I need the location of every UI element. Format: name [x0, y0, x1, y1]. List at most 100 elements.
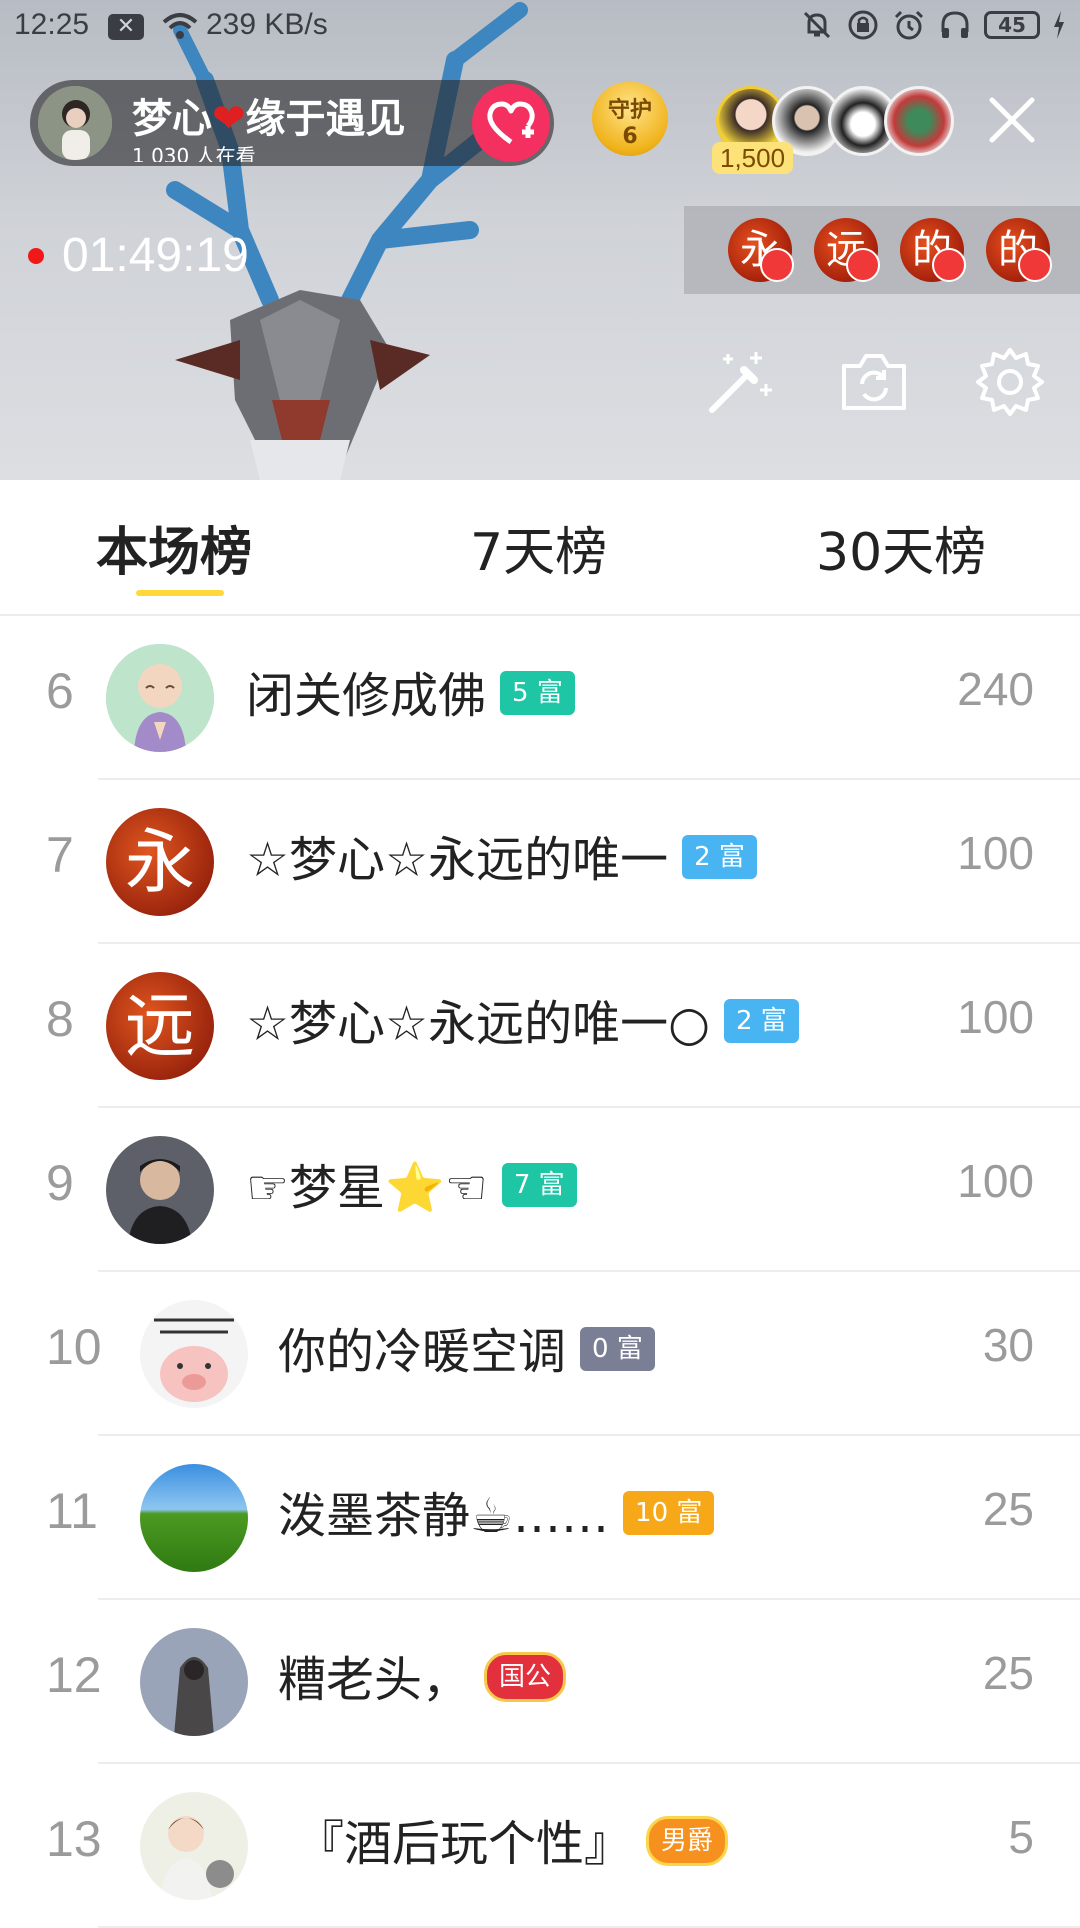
ranking-row[interactable]: 12 糟老头， 国公 25 [0, 1600, 1080, 1764]
network-speed: 239 KB/s [206, 8, 328, 41]
rank-number: 13 [46, 1811, 102, 1867]
audience-avatar[interactable] [884, 86, 954, 156]
audience-avatars[interactable]: 1,500 [712, 82, 956, 174]
contribution-score: 100 [957, 1155, 1034, 1207]
user-avatar[interactable] [140, 1464, 248, 1572]
ranking-row[interactable]: 11 泼墨茶静☕…… 10 富 25 [0, 1436, 1080, 1600]
lock-rotation-icon [848, 10, 878, 40]
user-name: ☆梦心☆永远的唯一○ [246, 996, 710, 1052]
user-name-line: ☆梦心☆永远的唯一 2 富 [246, 820, 757, 890]
fan-badge[interactable]: 的 [986, 218, 1052, 282]
ranking-row[interactable]: 10 你的冷暖空调 0 富 30 [0, 1272, 1080, 1436]
tab-30-days[interactable]: 30天榜 [816, 510, 986, 585]
tab-current-session[interactable]: 本场榜 [96, 510, 252, 585]
flip-camera-icon[interactable] [836, 344, 912, 420]
host-name: 梦心❤缘于遇见 [132, 86, 406, 144]
ranking-row[interactable]: 9 ☞梦星⭐☜ 7 富 100 [0, 1108, 1080, 1272]
user-avatar[interactable]: 永 [106, 808, 214, 916]
battery-icon: 45 [984, 11, 1040, 39]
leaderboard-tabs: 本场榜 7天榜 30天榜 [0, 480, 1080, 616]
user-name-line: ☆梦心☆永远的唯一○ 2 富 [246, 984, 799, 1054]
noble-rank-badge: 国公 [484, 1652, 567, 1702]
contribution-score: 25 [982, 1483, 1034, 1535]
ranking-row[interactable]: 8 远 ☆梦心☆永远的唯一○ 2 富 100 [0, 944, 1080, 1108]
user-name-line: 闭关修成佛 5 富 [246, 656, 575, 726]
user-avatar[interactable] [140, 1792, 248, 1900]
user-name: 你的冷暖空调 [278, 1324, 567, 1380]
host-name-part2: 缘于遇见 [245, 96, 406, 142]
host-viewer-count: 1 030 人在看 [132, 144, 256, 162]
user-name: ☆梦心☆永远的唯一 [246, 832, 669, 888]
user-name-line: 你的冷暖空调 0 富 [278, 1312, 655, 1382]
follow-button[interactable] [472, 84, 550, 162]
status-bar: 12:25 ✕ 239 KB/s 45 [0, 0, 1080, 52]
user-avatar[interactable] [140, 1300, 248, 1408]
rank-number: 7 [46, 827, 74, 883]
user-name: 泼墨茶静☕…… [278, 1488, 610, 1544]
tab-indicator [136, 590, 224, 596]
user-name: ☞梦星⭐☜ [246, 1160, 488, 1216]
crown-icon [760, 248, 794, 282]
user-avatar[interactable] [106, 644, 214, 752]
fan-badge[interactable]: 远 [814, 218, 880, 282]
heart-icon: ❤ [212, 96, 246, 142]
ranking-row[interactable]: 13 『酒后玩个性』 男爵 5 [0, 1764, 1080, 1928]
contribution-score: 100 [957, 827, 1034, 879]
wifi-icon [162, 13, 198, 39]
wealth-level-badge: 2 富 [682, 835, 757, 879]
guard-label: 守护 [607, 98, 652, 123]
fan-badge-strip: 永 远 的 的 [684, 206, 1080, 294]
tab-7-days[interactable]: 7天榜 [470, 510, 607, 585]
alarm-icon [894, 10, 924, 40]
user-name-line: 泼墨茶静☕…… 10 富 [278, 1476, 715, 1546]
user-name-line: ☞梦星⭐☜ 7 富 [246, 1148, 577, 1218]
fan-badge[interactable]: 永 [728, 218, 794, 282]
rank-number: 6 [46, 663, 74, 719]
fan-badge[interactable]: 的 [900, 218, 966, 282]
contribution-score: 30 [982, 1319, 1034, 1371]
audience-count: 1,500 [712, 142, 794, 174]
rank-number: 9 [46, 1155, 74, 1211]
host-avatar[interactable] [38, 86, 112, 160]
notification-x-icon: ✕ [108, 14, 144, 40]
close-icon[interactable] [984, 92, 1040, 148]
contribution-score: 240 [957, 663, 1034, 715]
charging-icon [1054, 11, 1064, 39]
host-info-card[interactable]: 梦心❤缘于遇见 1 030 人在看 [30, 80, 554, 166]
user-name-line: 『酒后玩个性』 男爵 [296, 1804, 729, 1874]
ranking-list: 6 闭关修成佛 5 富 240 7 永 ☆梦心☆永远的唯一 2 富 100 8 远 … [0, 616, 1080, 1928]
mute-bell-icon [803, 11, 831, 39]
guard-badge[interactable]: 守护 6 [584, 78, 676, 164]
live-video-area: 12:25 ✕ 239 KB/s 45 梦心❤缘于遇见 1 030 人在看 守护… [0, 0, 1080, 480]
contribution-score: 5 [1008, 1811, 1034, 1863]
rank-number: 12 [46, 1647, 102, 1703]
settings-gear-icon[interactable] [972, 344, 1048, 420]
wealth-level-badge: 2 富 [723, 999, 799, 1043]
contribution-score: 25 [982, 1647, 1034, 1699]
user-name: 糟老头， [278, 1652, 471, 1708]
ranking-row[interactable]: 7 永 ☆梦心☆永远的唯一 2 富 100 [0, 780, 1080, 944]
user-name-line: 糟老头， 国公 [278, 1640, 567, 1710]
user-name: 闭关修成佛 [246, 668, 487, 724]
rank-number: 8 [46, 991, 74, 1047]
user-avatar[interactable]: 远 [106, 972, 214, 1080]
wealth-level-badge: 10 富 [623, 1491, 715, 1535]
magic-wand-icon[interactable] [700, 344, 776, 420]
rank-number: 10 [46, 1319, 102, 1375]
wealth-level-badge: 5 富 [500, 671, 575, 715]
user-avatar[interactable] [106, 1136, 214, 1244]
wealth-level-badge: 7 富 [501, 1163, 577, 1207]
wealth-level-badge: 0 富 [580, 1327, 655, 1371]
heart-plus-icon [487, 101, 535, 145]
noble-rank-badge: 男爵 [646, 1816, 729, 1866]
headphones-icon [941, 11, 969, 38]
ranking-row[interactable]: 6 闭关修成佛 5 富 240 [0, 616, 1080, 780]
user-name: 『酒后玩个性』 [296, 1816, 633, 1872]
live-duration: 01:49:19 [62, 229, 249, 282]
user-avatar[interactable] [140, 1628, 248, 1736]
rank-number: 11 [46, 1483, 98, 1539]
guard-count: 6 [622, 124, 638, 149]
crown-icon [846, 248, 880, 282]
contribution-score: 100 [957, 991, 1034, 1043]
crown-icon [1018, 248, 1052, 282]
